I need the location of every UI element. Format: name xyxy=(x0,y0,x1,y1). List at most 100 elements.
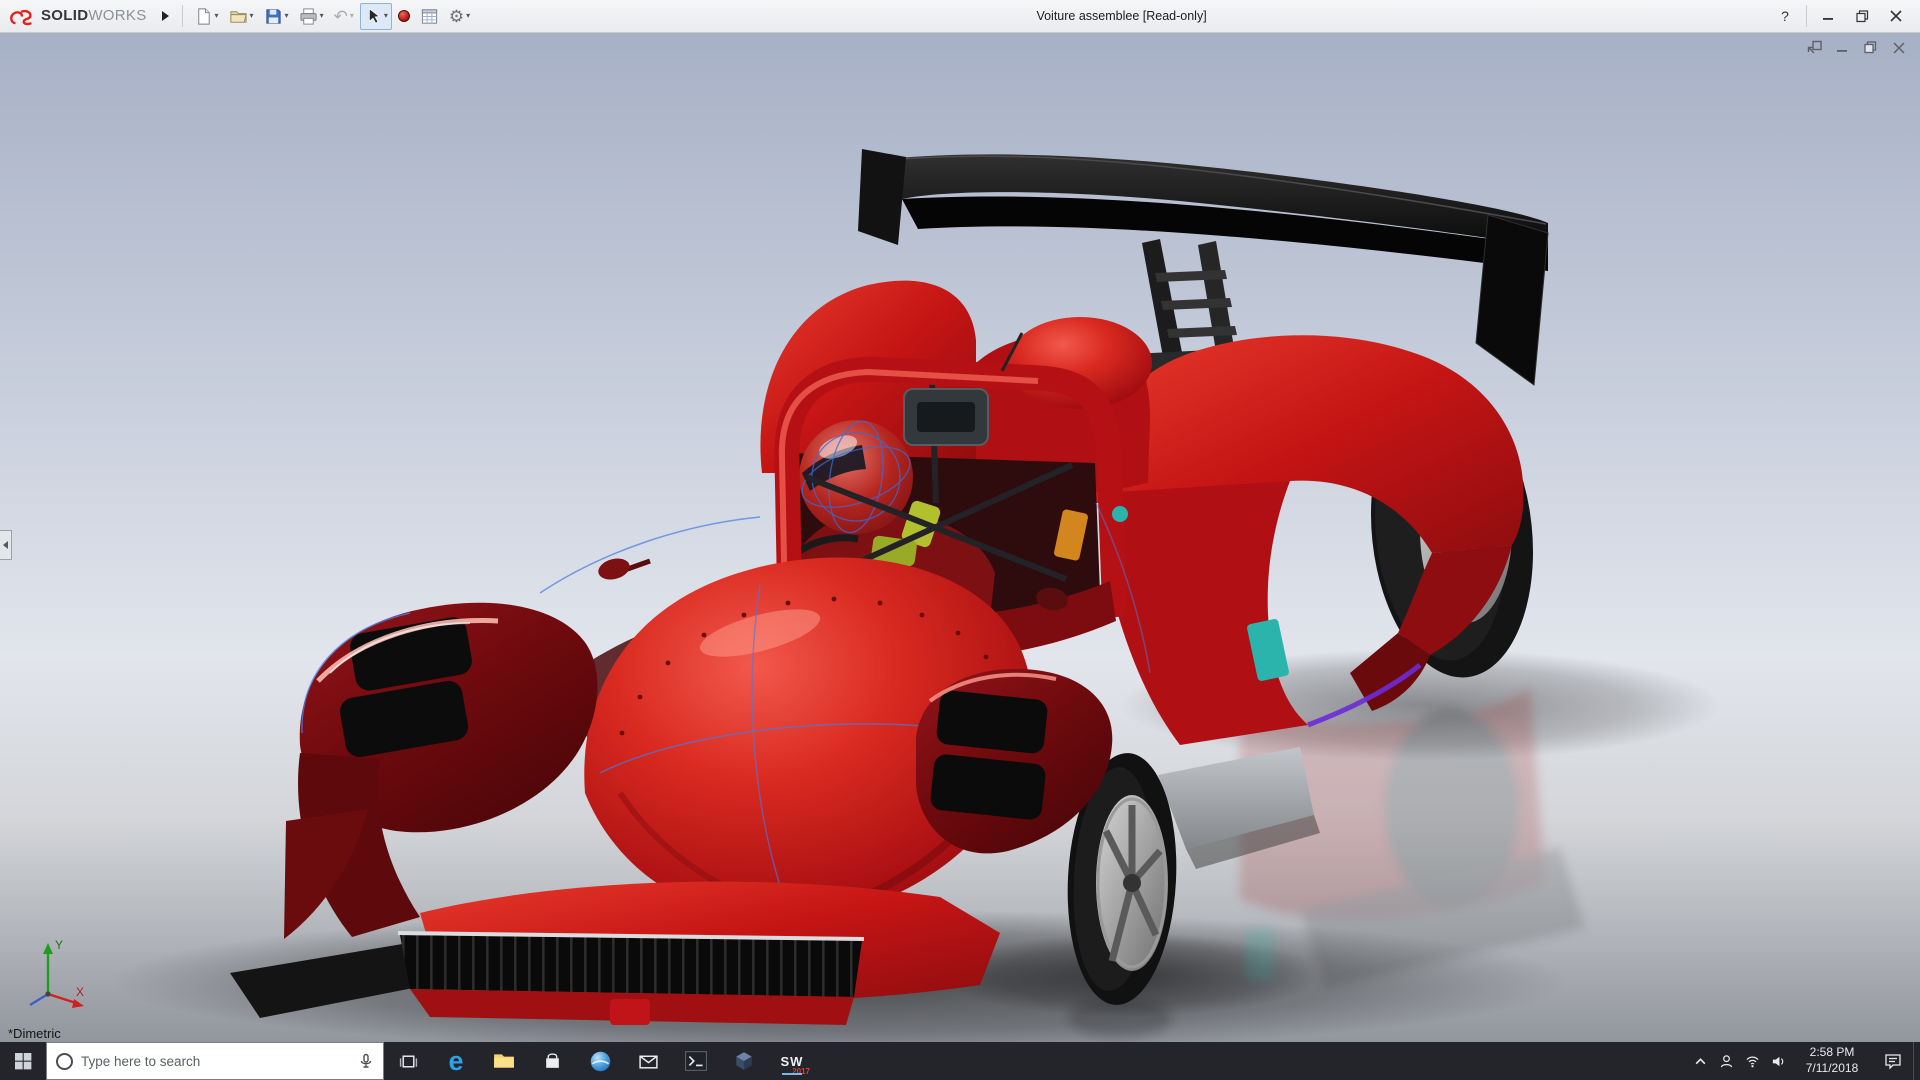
orientation-triad: Y X xyxy=(29,938,84,1008)
doc-restore-button[interactable] xyxy=(1805,39,1824,56)
toolbar-separator xyxy=(181,5,183,27)
cube-icon xyxy=(736,1052,752,1070)
app-titlebar: SOLIDWORKS ▾ ▾ ▾ ▾ ↶ ▾ ▾ ⚙ ▾ Voiture ass… xyxy=(0,0,1920,33)
mail-app-button[interactable] xyxy=(624,1042,672,1080)
graphics-viewport: Y X *Dimetric xyxy=(0,33,1920,1042)
doc-minimize-button[interactable] xyxy=(1833,39,1852,56)
window-controls: ? xyxy=(1769,3,1912,29)
browser-globe-icon xyxy=(590,1051,610,1071)
document-window-controls xyxy=(1805,39,1908,56)
wifi-icon xyxy=(1745,1056,1759,1067)
taskbar-search[interactable] xyxy=(46,1042,384,1080)
doc-maximize-button[interactable] xyxy=(1861,39,1880,56)
action-center-button[interactable] xyxy=(1873,1042,1913,1080)
table-icon xyxy=(421,8,437,24)
dropdown-caret-icon: ▾ xyxy=(349,11,354,20)
tray-network-button[interactable] xyxy=(1739,1042,1765,1080)
dropdown-caret-icon: ▾ xyxy=(284,11,289,20)
doc-close-button[interactable] xyxy=(1889,39,1908,56)
open-button[interactable]: ▾ xyxy=(225,3,258,30)
3d-scene[interactable] xyxy=(0,33,1920,1042)
dropdown-caret-icon: ▾ xyxy=(383,11,388,20)
triad-y-label: Y xyxy=(55,938,63,952)
running-app-indicator xyxy=(782,1073,802,1075)
close-icon xyxy=(1890,10,1902,22)
ds-logo-icon xyxy=(10,9,32,25)
print-icon xyxy=(299,7,317,25)
task-view-icon xyxy=(399,1054,417,1068)
edge-app-button[interactable]: e xyxy=(432,1042,480,1080)
taskbar-clock[interactable]: 2:58 PM 7/11/2018 xyxy=(1791,1042,1873,1080)
new-document-button[interactable]: ▾ xyxy=(190,3,223,30)
tray-user-button[interactable] xyxy=(1713,1042,1739,1080)
windows-taskbar: e xyxy=(0,1042,1920,1080)
start-button[interactable] xyxy=(0,1042,46,1080)
window-title: Voiture assemblee [Read-only] xyxy=(1036,9,1207,23)
edge-icon: e xyxy=(448,1045,464,1076)
file-explorer-icon xyxy=(494,1054,514,1068)
browser-app-button[interactable] xyxy=(576,1042,624,1080)
solidworks-app-icon: SW 2017 xyxy=(780,1053,810,1077)
select-tool-button[interactable]: ▾ xyxy=(359,2,392,30)
action-center-icon xyxy=(1885,1054,1901,1070)
new-document-icon xyxy=(197,7,210,25)
collapse-arrow-icon xyxy=(3,541,8,549)
show-desktop-button[interactable] xyxy=(1913,1042,1920,1080)
search-circle-icon xyxy=(56,1052,73,1070)
dropdown-caret-icon: ▾ xyxy=(214,11,219,20)
terminal-app-button[interactable] xyxy=(672,1042,720,1080)
main-toolbar: ▾ ▾ ▾ ▾ ↶ ▾ ▾ ⚙ ▾ xyxy=(190,2,475,30)
brand-text-bold: SOLID xyxy=(41,7,89,24)
print-button[interactable]: ▾ xyxy=(295,3,328,30)
maximize-button[interactable] xyxy=(1846,3,1878,29)
undo-button[interactable]: ↶ ▾ xyxy=(330,3,358,30)
select-cursor-icon xyxy=(368,8,381,24)
options-button[interactable]: ⚙ ▾ xyxy=(445,3,474,30)
menu-flyout-button[interactable] xyxy=(157,4,175,28)
panel-collapse-tab[interactable] xyxy=(0,530,12,560)
clock-time: 2:58 PM xyxy=(1809,1045,1855,1060)
doc-close-icon xyxy=(1892,41,1905,54)
windows-logo-icon xyxy=(14,1052,31,1069)
record-dot-icon xyxy=(397,10,410,22)
clock-date: 7/11/2018 xyxy=(1805,1061,1859,1075)
solidworks-window: SOLIDWORKS ▾ ▾ ▾ ▾ ↶ ▾ ▾ ⚙ ▾ Voiture ass… xyxy=(0,0,1920,1080)
tray-volume-button[interactable] xyxy=(1765,1042,1791,1080)
view-orientation-label: *Dimetric xyxy=(8,1026,61,1041)
store-app-button[interactable] xyxy=(528,1042,576,1080)
dropdown-caret-icon: ▾ xyxy=(249,11,254,20)
solidworks-app-button[interactable]: SW 2017 xyxy=(768,1042,816,1080)
open-folder-icon xyxy=(229,10,247,23)
doc-minimize-icon xyxy=(1837,50,1847,52)
help-button[interactable]: ? xyxy=(1769,3,1801,29)
cube-app-button[interactable] xyxy=(720,1042,768,1080)
front-grille xyxy=(400,935,862,997)
speaker-icon xyxy=(1772,1056,1783,1066)
dropdown-caret-icon: ▾ xyxy=(466,11,471,20)
microphone-button[interactable] xyxy=(358,1053,374,1069)
record-macro-button[interactable] xyxy=(394,3,414,30)
chevron-up-icon xyxy=(1695,1057,1705,1064)
help-icon: ? xyxy=(1781,8,1789,24)
design-table-button[interactable] xyxy=(416,3,443,30)
mail-envelope-icon xyxy=(638,1055,658,1069)
minimize-button[interactable] xyxy=(1812,3,1844,29)
undo-arrow-icon: ↶ xyxy=(333,6,348,26)
user-icon xyxy=(1720,1054,1732,1067)
gear-icon: ⚙ xyxy=(448,6,465,26)
terminal-icon xyxy=(685,1051,707,1071)
hidden-icons-chevron-button[interactable] xyxy=(1687,1042,1713,1080)
microphone-icon xyxy=(360,1053,372,1068)
restore-icon xyxy=(1855,9,1868,22)
doc-restore-icon xyxy=(1807,40,1822,54)
task-view-button[interactable] xyxy=(384,1042,432,1080)
dropdown-caret-icon: ▾ xyxy=(319,11,324,20)
store-bag-icon xyxy=(545,1052,559,1068)
save-button[interactable]: ▾ xyxy=(260,3,293,30)
file-explorer-app-button[interactable] xyxy=(480,1042,528,1080)
close-button[interactable] xyxy=(1880,3,1912,29)
search-input[interactable] xyxy=(81,1053,350,1069)
system-tray: 2:58 PM 7/11/2018 xyxy=(1687,1042,1920,1080)
flyout-arrow-icon xyxy=(162,11,170,21)
controls-separator xyxy=(1806,5,1807,27)
